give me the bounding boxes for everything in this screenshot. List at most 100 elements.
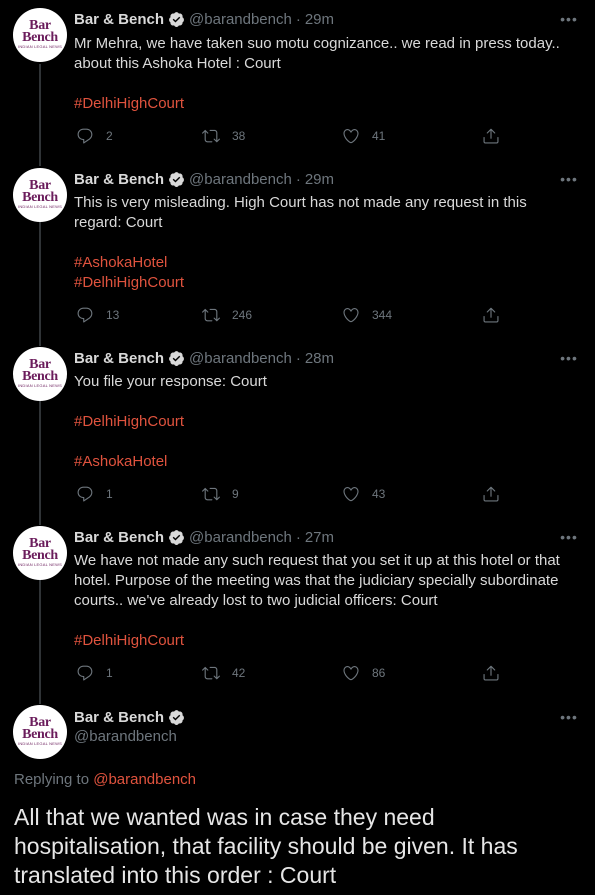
retweet-count: 42 xyxy=(232,666,246,680)
author-handle[interactable]: @barandbench xyxy=(189,350,292,367)
retweet-icon xyxy=(202,666,220,680)
tweet-header: Bar & Bench xyxy=(74,707,189,727)
heart-icon xyxy=(343,666,359,681)
like-button[interactable]: 43 xyxy=(342,484,385,504)
retweet-button[interactable]: 42 xyxy=(202,663,245,683)
avatar-logo-subtext: INDIAN LEGAL NEWS xyxy=(18,741,62,746)
hashtag-link[interactable]: #DelhiHighCourt xyxy=(74,631,184,651)
heart-icon xyxy=(343,129,359,144)
avatar[interactable]: Bar Bench INDIAN LEGAL NEWS xyxy=(13,8,67,62)
reply-icon xyxy=(77,486,93,502)
verified-icon xyxy=(169,709,184,725)
tweet-text: This is very misleading. High Court has … xyxy=(74,194,527,231)
separator: · xyxy=(295,349,301,367)
timestamp[interactable]: 29m xyxy=(305,11,334,28)
tweet-header: Bar & Bench @barandbench · 29m xyxy=(74,169,334,189)
tweet[interactable]: Bar Bench INDIAN LEGAL NEWS Bar & Bench … xyxy=(0,0,595,160)
timestamp[interactable]: 29m xyxy=(305,171,334,188)
tweet-actions: 2 38 41 xyxy=(74,126,504,146)
hashtag-link[interactable]: #DelhiHighCourt xyxy=(74,273,184,293)
more-options-icon[interactable]: ••• xyxy=(560,348,577,368)
share-icon xyxy=(483,486,499,502)
verified-icon xyxy=(169,171,184,187)
avatar[interactable]: Bar Bench INDIAN LEGAL NEWS xyxy=(13,347,67,401)
share-button[interactable] xyxy=(482,484,512,504)
share-button[interactable] xyxy=(482,663,512,683)
reply-icon xyxy=(77,128,93,144)
retweet-button[interactable]: 38 xyxy=(202,126,245,146)
more-options-icon[interactable]: ••• xyxy=(560,527,577,547)
hashtag-link[interactable]: #DelhiHighCourt xyxy=(74,94,184,114)
like-button[interactable]: 86 xyxy=(342,663,385,683)
reply-button[interactable]: 2 xyxy=(76,126,113,146)
tweet-header: Bar & Bench @barandbench · 27m xyxy=(74,527,334,547)
retweet-button[interactable]: 9 xyxy=(202,484,239,504)
verified-icon xyxy=(169,350,184,366)
avatar-logo-subtext: INDIAN LEGAL NEWS xyxy=(18,204,62,209)
share-icon xyxy=(483,128,499,144)
timestamp[interactable]: 27m xyxy=(305,529,334,546)
like-button[interactable]: 41 xyxy=(342,126,385,146)
retweet-count: 9 xyxy=(232,487,239,501)
tweet-actions: 1 42 86 xyxy=(74,663,504,683)
avatar-logo-subtext: INDIAN LEGAL NEWS xyxy=(18,383,62,388)
like-count: 43 xyxy=(372,487,386,501)
author-name[interactable]: Bar & Bench xyxy=(74,350,164,367)
avatar-logo-text: Bench xyxy=(22,727,58,742)
more-options-icon[interactable]: ••• xyxy=(560,9,577,29)
like-button[interactable]: 344 xyxy=(342,305,392,325)
replying-to: Replying to @barandbench xyxy=(14,771,196,788)
tweet-actions: 1 9 43 xyxy=(74,484,504,504)
tweet-text: We have not made any such request that y… xyxy=(74,552,560,609)
heart-icon xyxy=(343,308,359,323)
retweet-button[interactable]: 246 xyxy=(202,305,252,325)
tweet[interactable]: Bar Bench INDIAN LEGAL NEWS Bar & Bench … xyxy=(0,518,595,697)
avatar-logo-text: Bench xyxy=(22,30,58,45)
tweet-text: You file your response: Court xyxy=(74,373,267,390)
focused-tweet-text: All that we wanted was in case they need… xyxy=(14,804,518,888)
share-button[interactable] xyxy=(482,126,512,146)
author-handle[interactable]: @barandbench xyxy=(74,728,177,745)
avatar-logo-subtext: INDIAN LEGAL NEWS xyxy=(18,44,62,49)
reply-button[interactable]: 13 xyxy=(76,305,119,325)
tweet[interactable]: Bar Bench INDIAN LEGAL NEWS Bar & Bench … xyxy=(0,160,595,339)
separator: · xyxy=(295,170,301,188)
more-options-icon[interactable]: ••• xyxy=(560,707,577,727)
reply-count: 13 xyxy=(106,308,120,322)
hashtag-link[interactable]: #AshokaHotel xyxy=(74,253,167,273)
like-count: 41 xyxy=(372,129,386,143)
author-handle[interactable]: @barandbench xyxy=(189,11,292,28)
author-handle[interactable]: @barandbench xyxy=(189,529,292,546)
avatar-logo-text: Bench xyxy=(22,190,58,205)
author-handle[interactable]: @barandbench xyxy=(189,171,292,188)
reply-count: 2 xyxy=(106,129,113,143)
author-name[interactable]: Bar & Bench xyxy=(74,709,164,726)
tweet[interactable]: Bar Bench INDIAN LEGAL NEWS Bar & Bench … xyxy=(0,339,595,518)
share-button[interactable] xyxy=(482,305,512,325)
author-name[interactable]: Bar & Bench xyxy=(74,11,164,28)
separator: · xyxy=(295,10,301,28)
avatar[interactable]: Bar Bench INDIAN LEGAL NEWS xyxy=(13,526,67,580)
avatar[interactable]: Bar Bench INDIAN LEGAL NEWS xyxy=(13,705,67,759)
hashtag-link[interactable]: #DelhiHighCourt xyxy=(74,412,184,432)
reply-icon xyxy=(77,665,93,681)
avatar-logo-subtext: INDIAN LEGAL NEWS xyxy=(18,562,62,567)
reply-count: 1 xyxy=(106,487,113,501)
share-icon xyxy=(483,307,499,323)
like-count: 344 xyxy=(372,308,393,322)
verified-icon xyxy=(169,529,184,545)
avatar[interactable]: Bar Bench INDIAN LEGAL NEWS xyxy=(13,168,67,222)
hashtag-link[interactable]: #AshokaHotel xyxy=(74,452,167,472)
author-name[interactable]: Bar & Bench xyxy=(74,529,164,546)
replying-to-label: Replying to xyxy=(14,771,90,788)
author-name[interactable]: Bar & Bench xyxy=(74,171,164,188)
tweet-header: Bar & Bench @barandbench · 28m xyxy=(74,348,334,368)
heart-icon xyxy=(343,487,359,502)
more-options-icon[interactable]: ••• xyxy=(560,169,577,189)
reply-button[interactable]: 1 xyxy=(76,484,113,504)
reply-count: 1 xyxy=(106,666,113,680)
replying-to-handle[interactable]: @barandbench xyxy=(93,771,196,788)
verified-icon xyxy=(169,11,184,27)
timestamp[interactable]: 28m xyxy=(305,350,334,367)
reply-button[interactable]: 1 xyxy=(76,663,113,683)
